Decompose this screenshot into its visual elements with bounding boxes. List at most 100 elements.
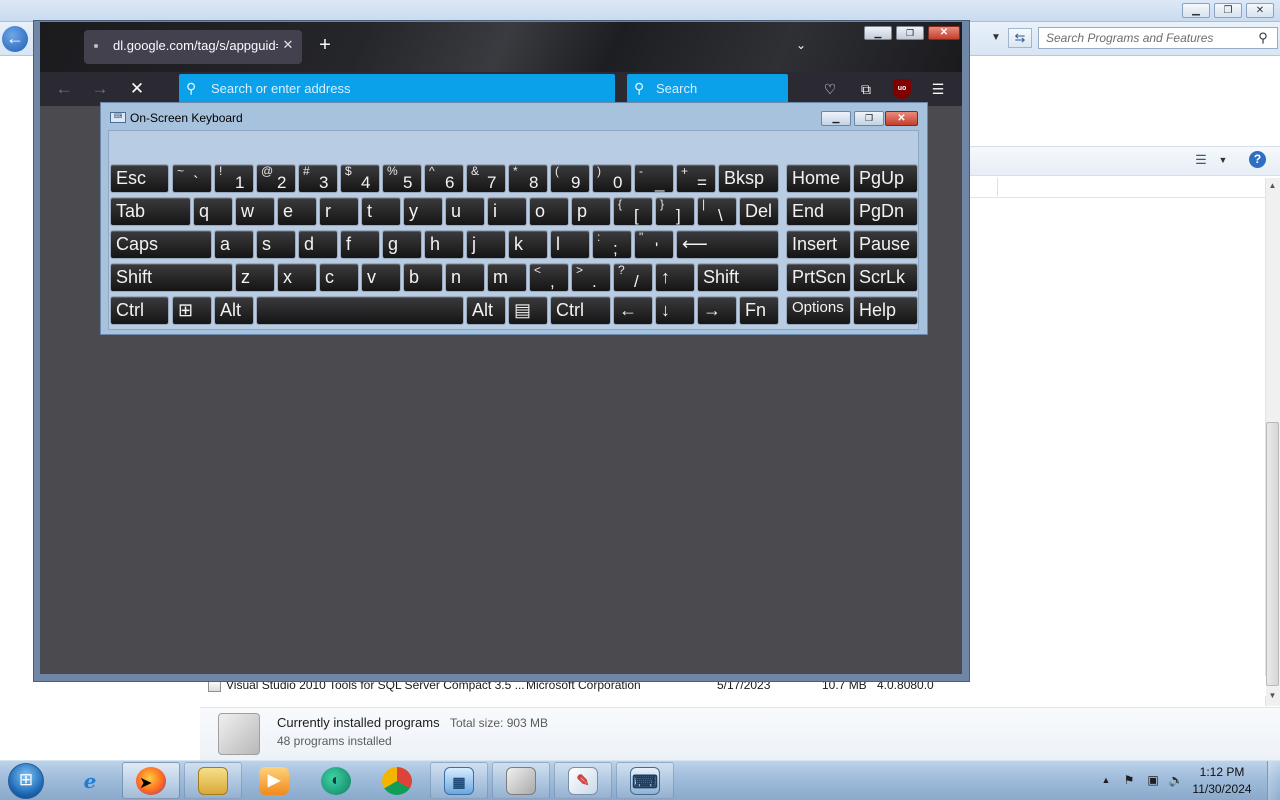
cp-restore-button[interactable]: ❐ <box>1214 3 1242 18</box>
key-a[interactable]: a <box>214 230 254 259</box>
key-9[interactable]: (9 <box>550 164 590 193</box>
help-icon[interactable]: ? <box>1249 151 1266 168</box>
scroll-up-icon[interactable]: ▲ <box>1266 180 1279 192</box>
key-shift[interactable]: Shift <box>697 263 779 292</box>
key-1[interactable]: ! 1 <box>214 164 254 193</box>
key-symbol[interactable]: ⊞ <box>172 296 212 325</box>
key-symbol[interactable]: }] <box>655 197 695 226</box>
key-options[interactable]: Options <box>786 296 851 325</box>
cp-address-dropdown[interactable]: ▼ <box>986 28 1006 48</box>
key-symbol[interactable]: " ' <box>634 230 674 259</box>
key-symbol[interactable]: - _ <box>634 164 674 193</box>
back-arrow-icon[interactable]: ← <box>53 78 75 100</box>
show-desktop-button[interactable] <box>1267 761 1280 800</box>
key-symbol[interactable]: → <box>697 296 737 325</box>
menu-icon[interactable]: ☰ <box>928 79 948 99</box>
key-u[interactable]: u <box>445 197 485 226</box>
key-alt[interactable]: Alt <box>466 296 506 325</box>
key-p[interactable]: p <box>571 197 611 226</box>
cp-refresh-button[interactable]: ⇆ <box>1008 28 1032 48</box>
key-m[interactable]: m <box>487 263 527 292</box>
firefox-close-button[interactable]: ✕ <box>928 26 960 40</box>
osk-close-button[interactable]: ✕ <box>885 111 918 126</box>
view-options-icon[interactable]: ☰ <box>1192 152 1210 168</box>
key-j[interactable]: j <box>466 230 506 259</box>
search-icon[interactable]: ⚲ <box>1255 30 1271 46</box>
clock-date[interactable]: 11/30/2024 <box>1192 782 1252 796</box>
extensions-icon[interactable]: ⧉ <box>856 79 876 99</box>
key-pause[interactable]: Pause <box>853 230 918 259</box>
key-prtscn[interactable]: PrtScn <box>786 263 851 292</box>
cp-column-header[interactable] <box>970 176 1268 198</box>
key-tab[interactable]: Tab <box>110 197 191 226</box>
key-k[interactable]: k <box>508 230 548 259</box>
firefox-restore-button[interactable]: ❐ <box>896 26 924 40</box>
key-o[interactable]: o <box>529 197 569 226</box>
search-bar[interactable] <box>627 74 788 104</box>
key-symbol[interactable]: >. <box>571 263 611 292</box>
key-end[interactable]: End <box>786 197 851 226</box>
key-q[interactable]: q <box>193 197 233 226</box>
cp-search-input[interactable]: Search Programs and Features <box>1038 27 1278 49</box>
key-help[interactable]: Help <box>853 296 918 325</box>
key-symbol[interactable]: ? / <box>613 263 653 292</box>
key-b[interactable]: b <box>403 263 443 292</box>
key-5[interactable]: % 5 <box>382 164 422 193</box>
key-6[interactable]: ^ 6 <box>424 164 464 193</box>
key-symbol[interactable]: ↓ <box>655 296 695 325</box>
key-alt[interactable]: Alt <box>214 296 254 325</box>
network-icon[interactable]: ▣ <box>1145 772 1161 788</box>
osk-minimize-button[interactable]: ▁ <box>821 111 851 126</box>
key-4[interactable]: $4 <box>340 164 380 193</box>
clock-time[interactable]: 1:12 PM <box>1192 765 1252 779</box>
key-c[interactable]: c <box>319 263 359 292</box>
key-z[interactable]: z <box>235 263 275 292</box>
new-tab-icon[interactable]: + <box>315 35 335 55</box>
firefox-minimize-button[interactable]: ▁ <box>864 26 892 40</box>
key-pgdn[interactable]: PgDn <box>853 197 918 226</box>
action-center-icon[interactable]: ⚑ <box>1121 772 1137 788</box>
key-caps[interactable]: Caps <box>110 230 212 259</box>
key-ctrl[interactable]: Ctrl <box>550 296 611 325</box>
key-symbol[interactable]: | \ <box>697 197 737 226</box>
key-home[interactable]: Home <box>786 164 851 193</box>
forward-arrow-icon[interactable]: → <box>89 78 111 100</box>
ublock-origin-icon[interactable]: uo <box>893 79 911 99</box>
volume-muted-icon[interactable]: 🔈 <box>1168 772 1184 788</box>
key-insert[interactable]: Insert <box>786 230 851 259</box>
key-scrlk[interactable]: ScrLk <box>853 263 918 292</box>
key-f[interactable]: f <box>340 230 380 259</box>
key-x[interactable]: x <box>277 263 317 292</box>
key-symbol[interactable]: <, <box>529 263 569 292</box>
key-space[interactable] <box>256 296 464 325</box>
key-symbol[interactable]: :; <box>592 230 632 259</box>
key-8[interactable]: * 8 <box>508 164 548 193</box>
key-v[interactable]: v <box>361 263 401 292</box>
key-pgup[interactable]: PgUp <box>853 164 918 193</box>
key-esc[interactable]: Esc <box>110 164 169 193</box>
address-input[interactable]: Search or enter address <box>211 81 350 96</box>
key-d[interactable]: d <box>298 230 338 259</box>
scroll-down-icon[interactable]: ▼ <box>1266 690 1279 702</box>
key-7[interactable]: & 7 <box>466 164 506 193</box>
key-symbol[interactable]: ← <box>613 296 653 325</box>
key-g[interactable]: g <box>382 230 422 259</box>
key-symbol[interactable]: ⟵ <box>676 230 779 259</box>
key-l[interactable]: l <box>550 230 590 259</box>
key-3[interactable]: #3 <box>298 164 338 193</box>
key-symbol[interactable]: {[ <box>613 197 653 226</box>
key-shift[interactable]: Shift <box>110 263 233 292</box>
cp-close-button[interactable]: ✕ <box>1246 3 1274 18</box>
tab-close-icon[interactable]: ✕ <box>281 37 295 53</box>
pocket-icon[interactable]: ♡ <box>820 79 840 99</box>
stop-loading-icon[interactable]: ✕ <box>126 78 148 100</box>
cp-back-button[interactable]: ← <box>2 26 28 52</box>
key-del[interactable]: Del <box>739 197 779 226</box>
key-bksp[interactable]: Bksp <box>718 164 779 193</box>
key-symbol[interactable]: ↑ <box>655 263 695 292</box>
key-i[interactable]: i <box>487 197 527 226</box>
key-e[interactable]: e <box>277 197 317 226</box>
key-symbol[interactable]: + = <box>676 164 716 193</box>
list-all-tabs-icon[interactable]: ⌄ <box>792 37 810 53</box>
key-s[interactable]: s <box>256 230 296 259</box>
